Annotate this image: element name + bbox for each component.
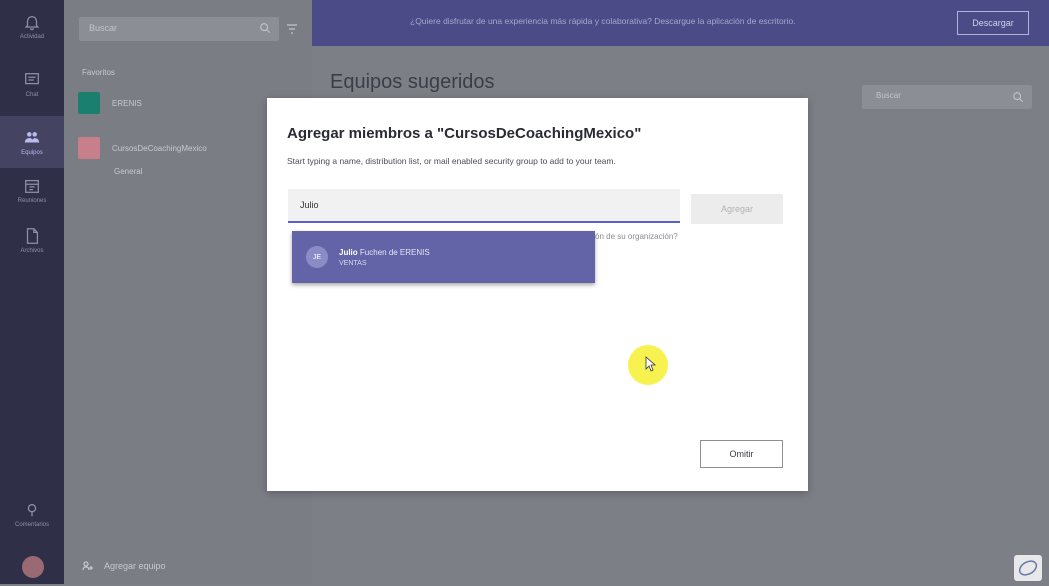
favorites-label: Favoritos [82,68,115,77]
dialog-title: Agregar miembros a "CursosDeCoachingMexi… [287,125,642,142]
recorder-logo-icon [1014,555,1042,581]
rail-label: Chat [25,91,39,98]
help-icon [27,503,37,516]
suggestion-name: Julio Fuchen de ERENIS [339,248,430,257]
member-name-input[interactable] [288,189,680,223]
cursor-icon [645,356,657,372]
banner-text: ¿Quiere disfrutar de una experiencia más… [410,16,796,26]
team-avatar [78,137,100,159]
rail-item-meetings[interactable]: Reuniones [0,164,64,216]
suggestion-first-name: Julio [339,247,358,257]
add-team-icon [82,561,93,571]
dialog-subtitle: Start typing a name, distribution list, … [287,156,616,166]
search-icon [260,23,271,34]
search-input[interactable]: Buscar [79,17,279,41]
download-button[interactable]: Descargar [957,11,1029,35]
rail-label: Equipos [21,149,43,156]
filter-icon[interactable] [285,22,299,36]
channel-general[interactable]: General [114,167,142,176]
teams-search-input[interactable]: Buscar [862,85,1032,109]
user-avatar[interactable] [22,556,44,578]
suggestion-text: Julio Fuchen de ERENIS VENTAS [339,248,430,267]
page-title: Equipos sugeridos [330,71,495,93]
hint-text: ón de su organización? [595,232,678,241]
rail-label: Actividad [19,33,45,40]
team-item[interactable]: ERENIS [78,91,142,115]
team-name: CursosDeCoachingMexico [112,143,207,153]
search-placeholder: Buscar [89,23,118,33]
add-team-label: Agregar equipo [104,561,166,571]
search-placeholder: Buscar [876,91,901,100]
rail-item-files[interactable]: Archivos [0,214,64,266]
logo-mark-icon [1018,560,1038,576]
suggestion-item[interactable]: JE Julio Fuchen de ERENIS VENTAS [292,231,595,283]
rail-label: Archivos [20,247,44,254]
rail-item-chat[interactable]: Chat [0,58,64,110]
app-rail: Actividad Chat Equipos Reuniones Archivo… [0,0,64,584]
files-icon [26,227,39,244]
skip-button[interactable]: Omitir [700,440,783,468]
team-item[interactable]: CursosDeCoachingMexico [78,136,207,160]
add-members-dialog: Agregar miembros a "CursosDeCoachingMexi… [267,98,808,491]
rail-item-feedback[interactable]: Comentarios [0,488,64,540]
add-button[interactable]: Agregar [691,194,783,224]
rail-label: Reuniones [17,197,47,204]
chat-icon [25,72,39,84]
search-icon [1013,92,1024,103]
suggestion-avatar: JE [306,246,328,268]
rail-item-activity[interactable]: Actividad [0,0,64,52]
teams-icon [24,131,40,142]
suggestion-rest-name: Fuchen de ERENIS [359,247,430,257]
suggestion-department: VENTAS [339,259,367,267]
add-team-button[interactable]: Agregar equipo [82,560,166,572]
team-name: ERENIS [112,98,142,108]
rail-item-teams[interactable]: Equipos [0,116,64,168]
rail-label: Comentarios [14,521,49,528]
bell-icon [24,15,40,30]
download-banner: ¿Quiere disfrutar de una experiencia más… [312,0,1049,46]
meetings-icon [25,179,39,193]
team-avatar [78,92,100,114]
